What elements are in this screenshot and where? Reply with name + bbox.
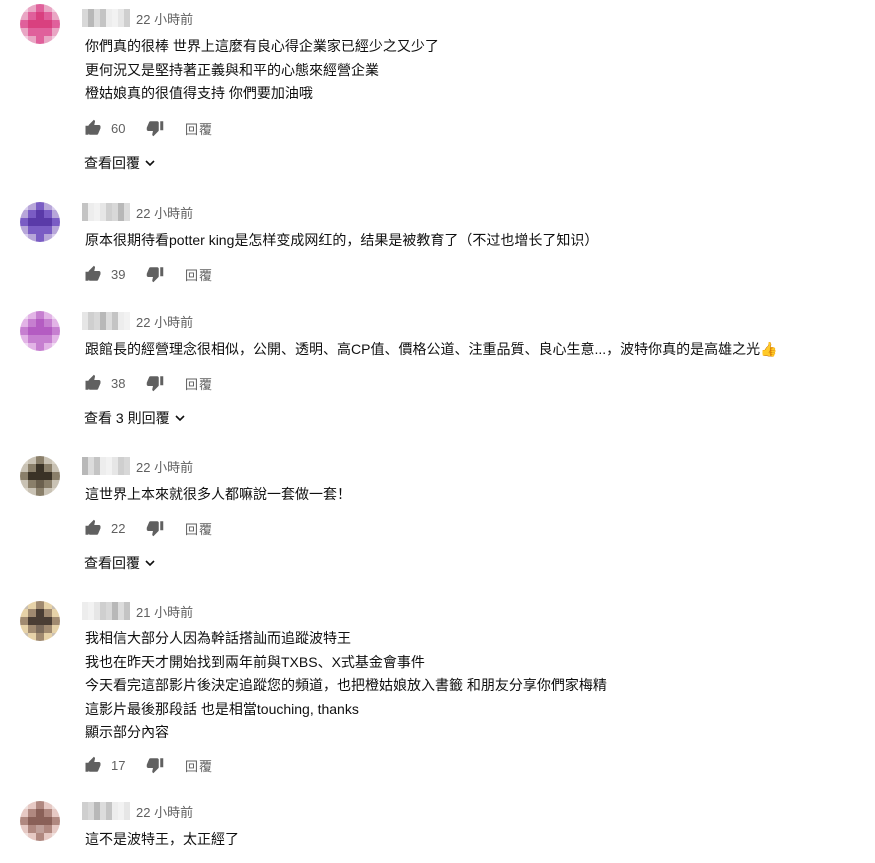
view-replies-button[interactable]: 查看回覆: [84, 152, 156, 174]
comment-time[interactable]: 22 小時前: [136, 457, 193, 476]
comment-line: 原本很期待看potter king是怎样变成网红的，结果是被教育了（不过也增长了…: [85, 232, 599, 248]
like-count: 60: [111, 120, 126, 136]
dislike-icon[interactable]: [145, 118, 165, 138]
reply-button[interactable]: 回覆: [185, 119, 213, 138]
comment-line: 今天看完這部影片後決定追蹤您的頻道，也把橙姑娘放入書籤 和朋友分享你們家梅精: [85, 677, 607, 693]
comment-time[interactable]: 22 小時前: [136, 9, 193, 28]
comment-text: 這不是波特王，太正經了: [85, 828, 239, 852]
comment-header: 22 小時前: [82, 8, 193, 28]
like-count: 17: [111, 757, 126, 773]
avatar[interactable]: [20, 4, 60, 44]
like-count: 39: [111, 266, 126, 282]
avatar[interactable]: [20, 801, 60, 841]
comment-header: 22 小時前: [82, 311, 193, 331]
view-replies-button[interactable]: 查看回覆: [84, 552, 156, 574]
view-replies-label: 查看 3 則回覆: [84, 410, 170, 426]
comment-text: 你們真的很棒 世界上這麼有良心得企業家已經少之又少了 更何況又是堅持著正義與和平…: [85, 35, 439, 106]
author-name[interactable]: [82, 312, 130, 330]
like-icon[interactable]: [83, 518, 103, 538]
dislike-icon[interactable]: [145, 755, 165, 775]
dislike-icon[interactable]: [145, 518, 165, 538]
avatar[interactable]: [20, 311, 60, 351]
comment-line: 你們真的很棒 世界上這麼有良心得企業家已經少之又少了: [85, 38, 439, 54]
comment-line: 這世界上本來就很多人都嘛說一套做一套！: [85, 486, 351, 502]
comment-time[interactable]: 21 小時前: [136, 602, 193, 621]
view-replies-button[interactable]: 查看 3 則回覆: [84, 407, 186, 429]
reply-button[interactable]: 回覆: [185, 756, 213, 775]
like-icon[interactable]: [83, 118, 103, 138]
comment-time[interactable]: 22 小時前: [136, 802, 193, 821]
view-replies-label: 查看回覆: [84, 555, 140, 571]
show-more-link[interactable]: 顯示部分內容: [85, 721, 607, 745]
comment-actions: 60 回覆: [83, 117, 213, 139]
thumbs-up-emoji: 👍: [760, 341, 778, 357]
comment-text: 原本很期待看potter king是怎样变成网红的，结果是被教育了（不过也增长了…: [85, 229, 598, 253]
author-name[interactable]: [82, 457, 130, 475]
comment-actions: 17 回覆: [83, 754, 213, 776]
comment-line: 跟館長的經營理念很相似，公開、透明、高CP值、價格公道、注重品質、良心生意...…: [85, 338, 778, 362]
like-icon[interactable]: [83, 373, 103, 393]
view-replies-label: 查看回覆: [84, 155, 140, 171]
avatar[interactable]: [20, 456, 60, 496]
comment-time[interactable]: 22 小時前: [136, 203, 193, 222]
author-name[interactable]: [82, 802, 130, 820]
comment-line: 這不是波特王，太正經了: [85, 831, 239, 847]
comment-line: 我相信大部分人因為幹話搭訕而追蹤波特王: [85, 630, 351, 646]
comment-header: 22 小時前: [82, 456, 193, 476]
reply-button[interactable]: 回覆: [185, 519, 213, 538]
avatar[interactable]: [20, 601, 60, 641]
chevron-down-icon: [175, 415, 185, 422]
comment-header: 22 小時前: [82, 202, 193, 222]
comment-line: 更何況又是堅持著正義與和平的心態來經營企業: [85, 61, 379, 78]
like-count: 38: [111, 375, 126, 391]
comment-time[interactable]: 22 小時前: [136, 312, 193, 331]
dislike-icon[interactable]: [145, 264, 165, 284]
comment-actions: 38 回覆: [83, 372, 213, 394]
comment-actions: 22 回覆: [83, 517, 213, 539]
author-name[interactable]: [82, 203, 130, 221]
comment-text: 這世界上本來就很多人都嘛說一套做一套！: [85, 483, 351, 507]
like-count: 22: [111, 520, 126, 536]
comment-header: 21 小時前: [82, 601, 193, 621]
reply-button[interactable]: 回覆: [185, 374, 213, 393]
reply-button[interactable]: 回覆: [185, 265, 213, 284]
comment-text: 我相信大部分人因為幹話搭訕而追蹤波特王 我也在昨天才開始找到兩年前與TXBS、X…: [85, 627, 607, 745]
avatar[interactable]: [20, 202, 60, 242]
comment-actions: 39 回覆: [83, 263, 213, 285]
dislike-icon[interactable]: [145, 373, 165, 393]
comment-text: 跟館長的經營理念很相似，公開、透明、高CP值、價格公道、注重品質、良心生意...…: [85, 338, 778, 362]
chevron-down-icon: [145, 560, 155, 567]
comment-line: 這影片最後那段話 也是相當touching, thanks: [85, 700, 359, 717]
author-name[interactable]: [82, 9, 130, 27]
comment-line: 橙姑娘真的很值得支持 你們要加油哦: [85, 85, 313, 101]
comment-line: 我也在昨天才開始找到兩年前與TXBS、X式基金會事件: [85, 653, 425, 670]
comment-header: 22 小時前: [82, 801, 193, 821]
chevron-down-icon: [145, 160, 155, 167]
author-name[interactable]: [82, 602, 130, 620]
like-icon[interactable]: [83, 264, 103, 284]
like-icon[interactable]: [83, 755, 103, 775]
